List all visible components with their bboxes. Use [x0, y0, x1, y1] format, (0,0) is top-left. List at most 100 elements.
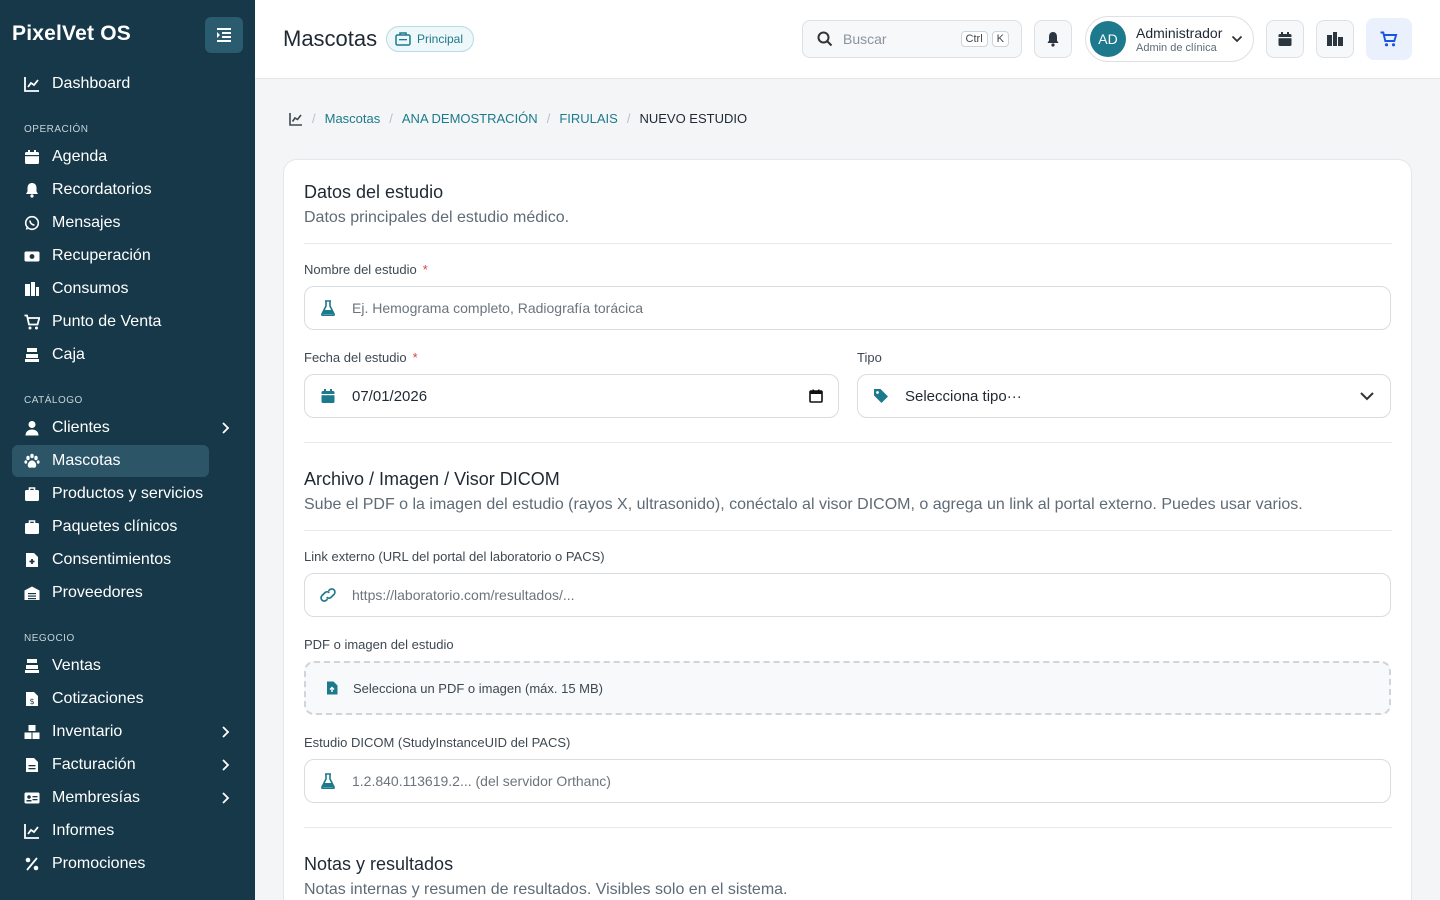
shortcut-k: K	[991, 31, 1009, 47]
sidebar-item-mensajes[interactable]: Mensajes	[12, 207, 209, 239]
section-desc-datos: Datos principales del estudio médico.	[304, 209, 570, 226]
search-icon	[817, 31, 833, 47]
notifications-button[interactable]	[1034, 20, 1072, 58]
label-file-upload: PDF o imagen del estudio	[304, 637, 454, 652]
sidebar-item-consumos[interactable]: Consumos	[12, 273, 209, 305]
label-study-name: Nombre del estudio *	[304, 262, 428, 277]
sidebar-item-label: Mascotas	[52, 452, 121, 469]
file-invoice-icon	[24, 757, 40, 773]
sidebar-item-label: Agenda	[52, 148, 108, 165]
file-upload-dropzone[interactable]: Selecciona un PDF o imagen (máx. 15 MB)	[304, 661, 1391, 715]
sidebar-item-agenda[interactable]: Agenda	[12, 141, 209, 173]
sidebar-item-consentimientos[interactable]: Consentimientos	[12, 544, 209, 576]
calendar-button[interactable]	[1266, 20, 1304, 58]
sidebar: PixelVet OS Dashboard OPERACIÓN Agenda R…	[0, 0, 255, 900]
cart-icon	[1380, 31, 1398, 47]
user-name: Administrador	[1136, 24, 1223, 41]
briefcase-icon	[24, 486, 40, 502]
search-input[interactable]: Buscar Ctrl K	[802, 20, 1022, 58]
sidebar-item-paquetes[interactable]: Paquetes clínicos	[12, 511, 209, 543]
section-label-catalogo: CATÁLOGO	[24, 395, 83, 406]
sidebar-item-label: Clientes	[52, 419, 110, 436]
section-title-archivo: Archivo / Imagen / Visor DICOM	[304, 469, 560, 489]
sidebar-item-mascotas[interactable]: Mascotas	[12, 445, 209, 477]
sidebar-item-facturacion[interactable]: Facturación	[12, 749, 230, 781]
branches-button[interactable]	[1316, 20, 1354, 58]
svg-text:$: $	[29, 697, 34, 706]
chart-line-icon	[24, 76, 40, 92]
chevron-right-icon	[222, 792, 230, 804]
label-study-type: Tipo	[857, 350, 882, 365]
medical-kit-icon	[24, 519, 40, 535]
file-upload-icon	[326, 681, 340, 695]
chart-line-icon[interactable]	[289, 112, 303, 126]
user-menu[interactable]: AD Administrador Admin de clínica	[1085, 16, 1254, 62]
study-type-select[interactable]: Selecciona tipo···	[857, 374, 1391, 418]
study-date-input[interactable]: 07/01/2026	[304, 374, 839, 418]
sidebar-item-clientes[interactable]: Clientes	[12, 412, 230, 444]
chevron-down-icon	[1231, 35, 1243, 43]
calendar-picker-icon[interactable]	[809, 389, 823, 403]
chevron-right-icon	[222, 759, 230, 771]
sidebar-item-informes[interactable]: Informes	[12, 815, 209, 847]
calendar-icon	[1278, 32, 1292, 46]
sidebar-item-label: Cotizaciones	[52, 690, 144, 707]
sidebar-item-dashboard[interactable]: Dashboard	[12, 68, 209, 100]
section-title-datos: Datos del estudio	[304, 182, 444, 202]
chevron-right-icon	[222, 422, 230, 434]
link-icon	[319, 586, 337, 604]
whatsapp-icon	[24, 215, 40, 231]
cart-button[interactable]	[1366, 18, 1412, 60]
avatar: AD	[1090, 21, 1126, 57]
cash-register-icon	[24, 347, 40, 363]
calendar-icon	[319, 387, 337, 405]
paw-icon	[24, 453, 40, 469]
sidebar-item-recordatorios[interactable]: Recordatorios	[12, 174, 209, 206]
breadcrumb-link-mascota[interactable]: FIRULAIS	[559, 111, 618, 126]
external-link-input[interactable]: https://laboratorio.com/resultados/...	[304, 573, 1391, 617]
collapse-sidebar-button[interactable]	[205, 17, 243, 53]
sidebar-item-label: Paquetes clínicos	[52, 518, 178, 535]
breadcrumb-link-mascotas[interactable]: Mascotas	[325, 111, 381, 126]
percent-icon	[24, 856, 40, 872]
bell-icon	[24, 182, 40, 198]
hospital-icon	[395, 32, 411, 46]
study-form-card: Datos del estudio Datos principales del …	[283, 159, 1412, 900]
file-invoice-dollar-icon: $	[24, 691, 40, 707]
calendar-icon	[24, 149, 40, 165]
boxes-icon	[24, 724, 40, 740]
sidebar-item-proveedores[interactable]: Proveedores	[12, 577, 209, 609]
sidebar-item-promociones[interactable]: Promociones	[12, 848, 209, 880]
sidebar-item-membresias[interactable]: Membresías	[12, 782, 230, 814]
chevron-down-icon	[1360, 392, 1374, 401]
indent-icon	[217, 28, 231, 42]
buildings-icon	[1327, 32, 1343, 46]
user-icon	[24, 420, 40, 436]
shortcut-ctrl: Ctrl	[960, 31, 988, 47]
study-name-input[interactable]: Ej. Hemograma completo, Radiografía torá…	[304, 286, 1391, 330]
tag-icon	[872, 387, 890, 405]
sidebar-item-cotizaciones[interactable]: $ Cotizaciones	[12, 683, 209, 715]
sidebar-item-productos[interactable]: Productos y servicios	[12, 478, 209, 510]
flask-icon	[319, 772, 337, 790]
sidebar-item-label: Membresías	[52, 789, 141, 806]
section-label-negocio: NEGOCIO	[24, 633, 75, 644]
branch-chip[interactable]: Principal	[386, 26, 475, 52]
sidebar-item-label: Recuperación	[52, 247, 151, 264]
sidebar-item-label: Caja	[52, 346, 85, 363]
sidebar-item-caja[interactable]: Caja	[12, 339, 209, 371]
sidebar-item-recuperacion[interactable]: Recuperación	[12, 240, 209, 272]
breadcrumb-current: NUEVO ESTUDIO	[639, 111, 748, 126]
sidebar-item-label: Informes	[52, 822, 115, 839]
label-study-date: Fecha del estudio *	[304, 350, 418, 365]
sidebar-item-ventas[interactable]: Ventas	[12, 650, 209, 682]
page-title: Mascotas	[283, 26, 378, 51]
sidebar-item-inventario[interactable]: Inventario	[12, 716, 230, 748]
file-medical-icon	[24, 552, 40, 568]
sidebar-item-label: Productos y servicios	[52, 485, 204, 502]
branch-chip-label: Principal	[417, 32, 464, 46]
breadcrumb-link-cliente[interactable]: ANA DEMOSTRACIÓN	[402, 111, 538, 126]
label-dicom: Estudio DICOM (StudyInstanceUID del PACS…	[304, 735, 571, 750]
sidebar-item-punto-venta[interactable]: Punto de Venta	[12, 306, 209, 338]
dicom-uid-input[interactable]: 1.2.840.113619.2... (del servidor Orthan…	[304, 759, 1391, 803]
